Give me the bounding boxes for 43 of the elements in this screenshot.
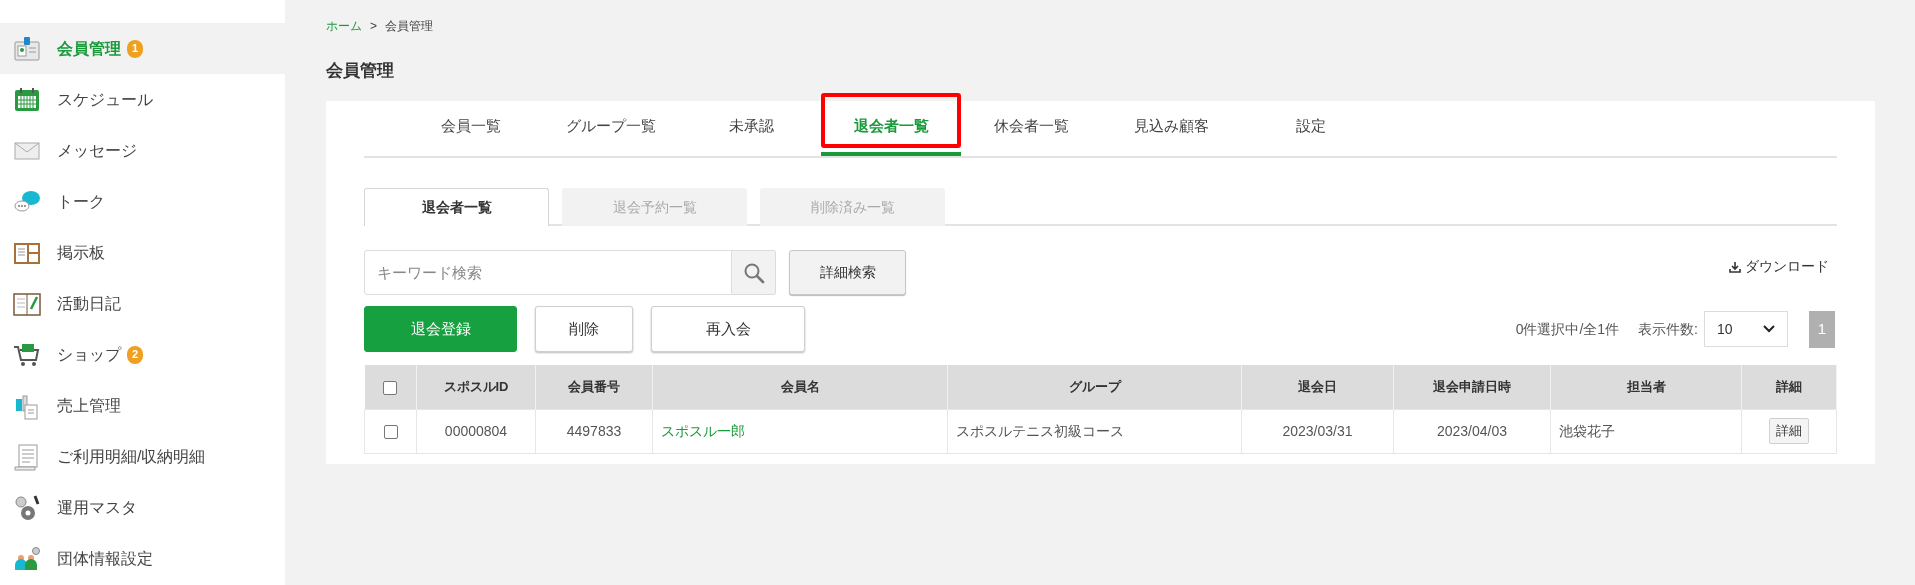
table-cell: 池袋花子	[1559, 422, 1615, 439]
tab[interactable]: 見込み顧客	[1101, 101, 1241, 156]
column-header: スポスルID	[416, 365, 536, 409]
checkbox[interactable]	[383, 380, 398, 395]
tab[interactable]: グループ一覧	[541, 101, 681, 156]
column-header: グループ	[947, 365, 1242, 409]
page-size-label: 表示件数:	[1638, 319, 1698, 339]
checkbox[interactable]	[383, 424, 398, 439]
column-header: 担当者	[1550, 365, 1742, 409]
search-button[interactable]	[732, 250, 776, 295]
column-header: 退会日	[1241, 365, 1394, 409]
count-badge: 2	[127, 345, 143, 364]
download-link[interactable]: ダウンロード	[1729, 256, 1829, 277]
selection-count: 0件選択中/全1件	[1515, 319, 1620, 339]
tab[interactable]: 会員一覧	[401, 101, 541, 156]
column-header: 退会申請日時	[1393, 365, 1551, 409]
page-size-select[interactable]: 10	[1704, 311, 1788, 347]
tab[interactable]: 休会者一覧	[961, 101, 1101, 156]
table-cell: 00000804	[444, 422, 508, 439]
table-cell: スポスルテニス初級コース	[956, 422, 1124, 439]
action-button[interactable]: 再入会	[651, 306, 805, 352]
count-badge: 1	[127, 39, 143, 58]
breadcrumb-text: >	[370, 18, 377, 35]
sub-tab[interactable]: 退会者一覧	[364, 188, 549, 226]
page-title: 会員管理	[326, 60, 394, 82]
tab[interactable]: 設定	[1241, 101, 1381, 156]
search-field[interactable]: キーワード検索	[364, 250, 732, 295]
member-name-link[interactable]: スポスル一郎	[661, 422, 745, 439]
column-header: 会員名	[652, 365, 948, 409]
chevron-down-icon	[1763, 325, 1775, 333]
tab[interactable]: 未承認	[681, 101, 821, 156]
advanced-search-button[interactable]: 詳細検索	[789, 250, 906, 295]
table-cell: 2023/04/03	[1436, 422, 1508, 439]
column-header: 詳細	[1741, 365, 1837, 409]
column-header: 会員番号	[535, 365, 653, 409]
table-cell: 4497833	[566, 422, 622, 439]
table-cell: 2023/03/31	[1282, 422, 1353, 439]
detail-button[interactable]: 詳細	[1769, 418, 1809, 444]
tab[interactable]: 退会者一覧	[821, 101, 961, 156]
breadcrumb-text: 会員管理	[385, 18, 433, 35]
download-icon	[1729, 260, 1741, 273]
search-icon	[742, 261, 765, 284]
action-button[interactable]: 削除	[535, 306, 633, 352]
